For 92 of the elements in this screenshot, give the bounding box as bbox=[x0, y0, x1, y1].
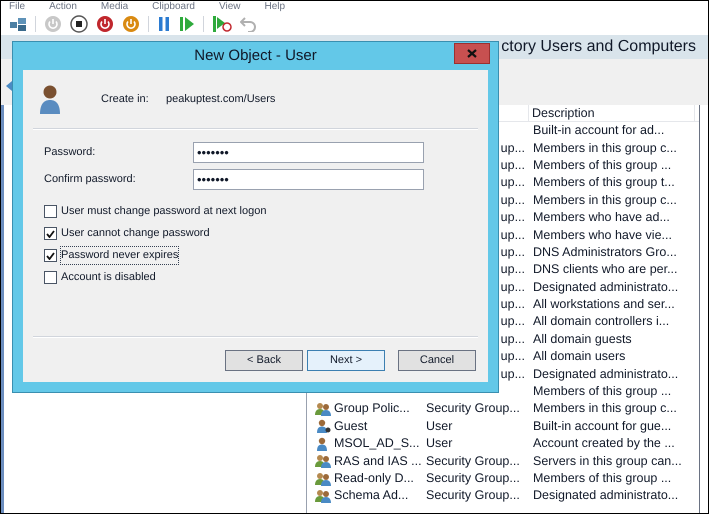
description-cell-text: Members in this group c... bbox=[532, 140, 677, 157]
dialog-title: New Object - User bbox=[194, 46, 317, 66]
name-cell: Guest bbox=[334, 418, 368, 435]
type-cell: up... bbox=[500, 226, 525, 244]
description-cell-text: Members of this group ... bbox=[532, 470, 672, 487]
type-cell: User bbox=[426, 435, 452, 452]
name-cell: Read-only D... bbox=[334, 470, 414, 487]
checkbox[interactable] bbox=[44, 249, 57, 262]
type-cell: up... bbox=[500, 366, 525, 383]
checkbox[interactable] bbox=[44, 227, 57, 240]
create-in-path: peakuptest.com/Users bbox=[166, 92, 276, 107]
type-cell: up... bbox=[500, 313, 525, 330]
type-cell: up... bbox=[500, 348, 525, 366]
menu-item[interactable]: View bbox=[218, 1, 240, 13]
user-badge-icon bbox=[315, 419, 331, 434]
type-cell: up... bbox=[500, 140, 525, 157]
field-label: Password: bbox=[43, 145, 96, 160]
user-icon bbox=[39, 84, 61, 114]
type-cell: up... bbox=[500, 330, 525, 348]
menu-item[interactable]: Action bbox=[49, 1, 77, 13]
description-cell-text: Members in this group c... bbox=[532, 192, 677, 209]
type-cell: Security Group... bbox=[426, 487, 520, 504]
name-cell: RAS and IAS ... bbox=[334, 452, 422, 470]
back-arrow-icon[interactable] bbox=[5, 81, 13, 91]
description-cell-text: Built-in account for gue... bbox=[532, 418, 672, 435]
type-cell: Security Group... bbox=[426, 470, 520, 487]
type-cell: up... bbox=[500, 261, 525, 278]
password-field[interactable]: ••••••• bbox=[193, 142, 424, 163]
name-cell: MSOL_AD_S... bbox=[334, 435, 420, 452]
description-cell-text: DNS clients who are per... bbox=[532, 261, 678, 278]
power-icon[interactable] bbox=[96, 15, 114, 33]
description-cell-text: Designated administrato... bbox=[532, 366, 678, 383]
menu-item[interactable]: Help bbox=[264, 1, 286, 13]
group-icon bbox=[315, 472, 331, 486]
type-cell: up... bbox=[500, 156, 525, 174]
description-cell-text: Members who have vie... bbox=[532, 226, 672, 244]
description-cell-text: Account created by the ... bbox=[532, 435, 675, 452]
reset-icon[interactable] bbox=[212, 15, 232, 33]
close-button[interactable] bbox=[454, 43, 490, 64]
close-icon bbox=[467, 49, 477, 58]
type-cell: Security Group... bbox=[426, 400, 520, 418]
dialog-button[interactable]: Cancel bbox=[398, 350, 476, 370]
type-cell: Security Group... bbox=[426, 452, 520, 470]
description-cell-text: Designated administrato... bbox=[532, 487, 678, 504]
checkbox-label: Account is disabled bbox=[61, 270, 156, 286]
window-title: ctory Users and Computers bbox=[501, 37, 696, 57]
type-cell: up... bbox=[500, 174, 525, 192]
checkbox-label: User must change password at next logon bbox=[61, 204, 266, 220]
description-cell-text: DNS Administrators Gro... bbox=[532, 244, 677, 261]
checkbox-label: Password never expires bbox=[61, 247, 178, 264]
description-cell-text: All domain guests bbox=[532, 330, 632, 348]
column-header[interactable]: Description bbox=[529, 105, 695, 121]
name-cell: Group Polic... bbox=[334, 400, 410, 418]
type-cell: up... bbox=[500, 296, 525, 314]
description-cell-text: Members in this group c... bbox=[532, 400, 677, 418]
checkbox[interactable] bbox=[44, 271, 57, 284]
description-cell-text: Members of this group t... bbox=[532, 174, 675, 192]
name-cell: Schema Ad... bbox=[334, 487, 408, 504]
type-cell: up... bbox=[500, 278, 525, 296]
checkbox-label: User cannot change password bbox=[61, 226, 210, 242]
menu-item[interactable]: File bbox=[9, 1, 26, 13]
description-cell-text: Servers in this group can... bbox=[532, 452, 682, 470]
type-cell: up... bbox=[500, 244, 525, 261]
password-field[interactable]: ••••••• bbox=[193, 169, 424, 190]
description-cell-text: All workstations and ser... bbox=[532, 296, 675, 314]
dialog-button[interactable]: Next > bbox=[307, 350, 385, 370]
dialog-button[interactable]: < Back bbox=[225, 350, 303, 370]
type-cell: up... bbox=[500, 192, 525, 209]
group-icon bbox=[315, 402, 331, 416]
play-icon[interactable] bbox=[179, 16, 195, 32]
pause-icon[interactable] bbox=[157, 16, 171, 32]
group-icon bbox=[315, 488, 331, 503]
description-cell-text: Built-in account for ad... bbox=[532, 122, 664, 140]
description-cell-text: Members of this group ... bbox=[532, 383, 672, 400]
type-cell: User bbox=[426, 418, 452, 435]
power-icon[interactable] bbox=[122, 15, 140, 33]
description-cell-text: Designated administrato... bbox=[532, 278, 678, 296]
checkmark-icon bbox=[46, 230, 55, 238]
create-in-label: Create in: bbox=[101, 92, 150, 107]
description-cell-text: All domain controllers i... bbox=[532, 313, 670, 330]
stop-icon[interactable] bbox=[70, 15, 88, 33]
description-cell-text: Members of this group ... bbox=[532, 156, 672, 174]
menu-item[interactable]: Media bbox=[100, 1, 128, 13]
description-cell-text: Members who have ad... bbox=[532, 209, 670, 226]
checkbox[interactable] bbox=[44, 205, 57, 218]
group-icon bbox=[315, 454, 331, 468]
type-cell: up... bbox=[500, 209, 525, 226]
checkmark-icon bbox=[46, 252, 55, 260]
menu-item[interactable]: Clipboard bbox=[152, 1, 195, 13]
network-icon[interactable] bbox=[9, 16, 27, 32]
field-label: Confirm password: bbox=[43, 172, 137, 188]
description-cell-text: All domain users bbox=[532, 348, 626, 366]
